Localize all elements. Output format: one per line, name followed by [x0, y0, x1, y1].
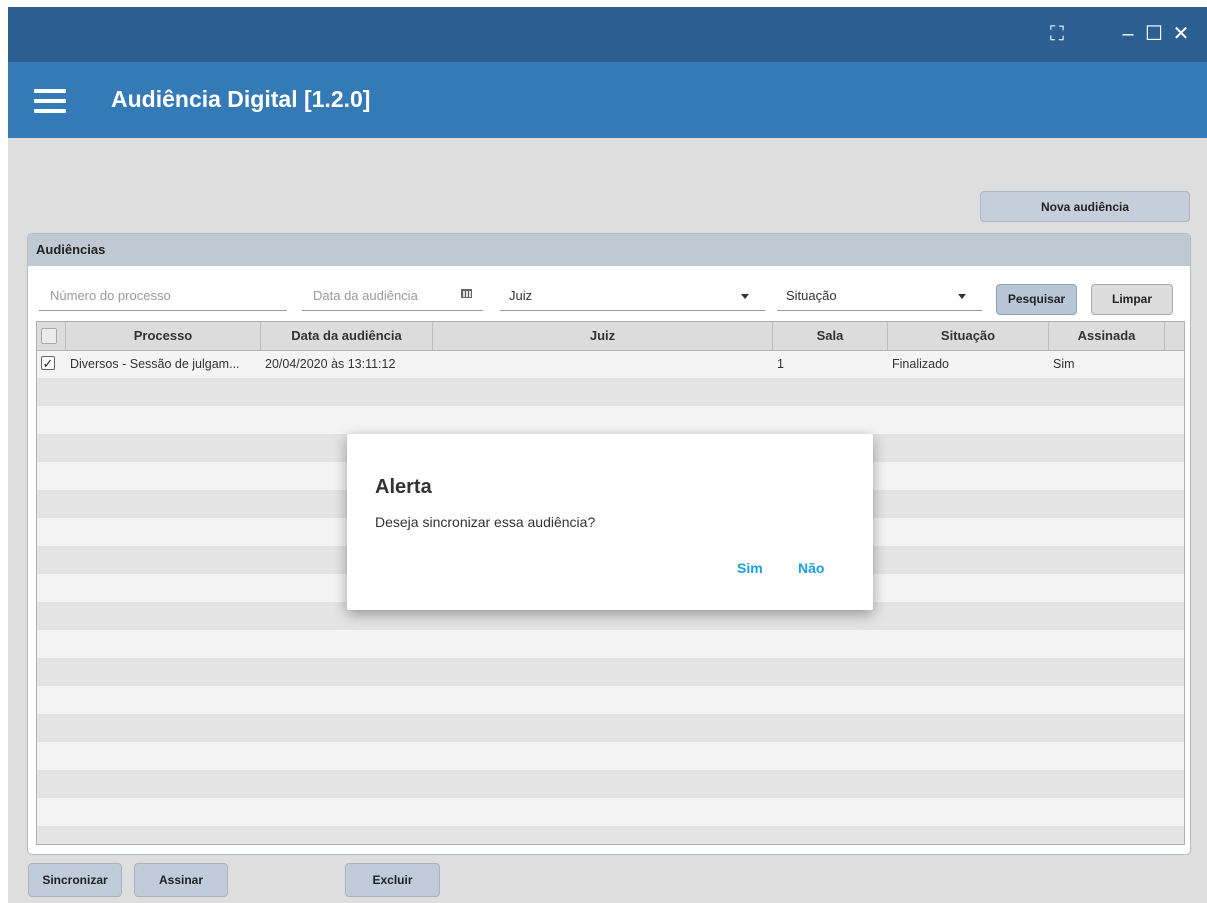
cell-processo: Diversos - Sessão de julgam... [70, 357, 240, 371]
select-all-checkbox[interactable] [41, 328, 57, 344]
panel-title: Audiências [36, 242, 106, 257]
empty-row [37, 378, 1184, 406]
empty-row [37, 742, 1184, 770]
header-col-assinada[interactable]: Assinada [1049, 322, 1165, 350]
new-hearing-button[interactable]: Nova audiência [980, 191, 1190, 222]
judge-select-value: Juiz [509, 288, 533, 303]
empty-row [37, 826, 1184, 844]
sync-button[interactable]: Sincronizar [28, 863, 122, 897]
empty-row [37, 798, 1184, 826]
header-col-juiz[interactable]: Juiz [433, 322, 773, 350]
cell-assinada: Sim [1053, 357, 1075, 371]
status-select[interactable]: Situação [777, 282, 982, 311]
clear-button[interactable]: Limpar [1091, 284, 1173, 315]
process-number-input[interactable]: Número do processo [39, 282, 287, 311]
empty-row [37, 658, 1184, 686]
app-header: Audiência Digital [1.2.0] [8, 62, 1207, 138]
search-button[interactable]: Pesquisar [996, 284, 1077, 315]
table-header: Processo Data da audiência Juiz Sala Situaçã… [37, 322, 1184, 351]
hamburger-menu-icon[interactable] [34, 89, 66, 113]
dialog-no-button[interactable]: Não [798, 560, 824, 576]
empty-row [37, 770, 1184, 798]
hearing-date-input[interactable]: Data da audiência [302, 282, 483, 311]
select-all-cell [37, 322, 66, 350]
header-col-situacao[interactable]: Situação [888, 322, 1049, 350]
panel-header: Audiências [28, 234, 1190, 266]
header-col-processo[interactable]: Processo [66, 322, 261, 350]
status-select-value: Situação [786, 288, 837, 303]
row-checkbox[interactable]: ✓ [41, 356, 55, 370]
sign-button[interactable]: Assinar [134, 863, 228, 897]
header-col-sala[interactable]: Sala [773, 322, 888, 350]
header-col-data-audiencia[interactable]: Data da audiência [261, 322, 433, 350]
maximize-icon[interactable]: ☐ [1141, 21, 1167, 47]
empty-row [37, 406, 1184, 434]
calendar-icon[interactable] [461, 289, 472, 298]
close-icon[interactable]: ✕ [1168, 21, 1194, 47]
process-number-placeholder: Número do processo [50, 288, 171, 303]
dialog-message: Deseja sincronizar essa audiência? [375, 514, 596, 530]
empty-row [37, 630, 1184, 658]
fullscreen-icon[interactable]: ⛶ [1044, 21, 1070, 47]
cell-juiz [433, 350, 773, 378]
hearing-date-placeholder: Data da audiência [313, 288, 418, 303]
cell-data: 20/04/2020 às 13:11:12 [265, 357, 396, 371]
judge-select[interactable]: Juiz [500, 282, 765, 311]
window-titlebar: ⛶ – ☐ ✕ [8, 7, 1207, 62]
app-title: Audiência Digital [1.2.0] [111, 86, 371, 112]
empty-row [37, 714, 1184, 742]
cell-situacao: Finalizado [892, 357, 949, 371]
chevron-down-icon [741, 294, 749, 299]
alert-dialog: Alerta Deseja sincronizar essa audiência… [347, 434, 873, 610]
cell-sala: 1 [777, 357, 784, 371]
empty-row [37, 686, 1184, 714]
dialog-title: Alerta [375, 476, 432, 498]
table-row[interactable]: ✓ Diversos - Sessão de julgam... 20/04/202… [37, 350, 1184, 378]
dialog-yes-button[interactable]: Sim [737, 560, 763, 576]
chevron-down-icon [958, 294, 966, 299]
minimize-icon[interactable]: – [1115, 21, 1141, 47]
delete-button[interactable]: Excluir [345, 863, 440, 897]
